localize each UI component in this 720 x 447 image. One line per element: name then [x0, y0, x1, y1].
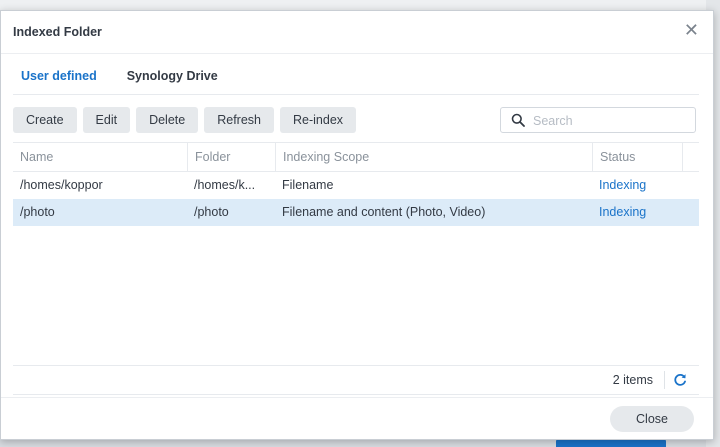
- column-header-indexing-scope[interactable]: Indexing Scope: [275, 143, 592, 171]
- column-header-folder[interactable]: Folder: [187, 143, 275, 171]
- cell-indexing-scope: Filename: [282, 178, 334, 192]
- cell-status: Indexing: [599, 178, 647, 192]
- cell-name: /homes/koppor: [20, 178, 103, 192]
- footer-divider: [664, 371, 665, 389]
- tab-user-defined[interactable]: User defined: [13, 67, 97, 95]
- table-row[interactable]: /photo /photo Filename and content (Phot…: [13, 199, 699, 226]
- cell-indexing-scope: Filename and content (Photo, Video): [282, 205, 486, 219]
- delete-button[interactable]: Delete: [136, 107, 199, 133]
- tab-synology-drive[interactable]: Synology Drive: [119, 67, 218, 95]
- cell-status: Indexing: [599, 205, 647, 219]
- indexed-folder-dialog: Indexed Folder ✕ User defined Synology D…: [0, 10, 714, 440]
- table-row[interactable]: /homes/koppor /homes/k... Filename Index…: [13, 172, 699, 199]
- indexed-folder-table: Name Folder Indexing Scope Status /homes…: [13, 142, 699, 357]
- search-icon: [511, 113, 525, 127]
- refresh-button[interactable]: Refresh: [204, 107, 274, 133]
- table-header: Name Folder Indexing Scope Status: [13, 143, 699, 172]
- column-header-spacer: [682, 143, 699, 171]
- column-header-status[interactable]: Status: [592, 143, 682, 171]
- close-icon[interactable]: ✕: [684, 21, 699, 39]
- cell-name: /photo: [20, 205, 55, 219]
- column-header-name[interactable]: Name: [13, 143, 187, 171]
- dialog-footer-divider: [1, 397, 713, 398]
- tab-bar: User defined Synology Drive: [13, 67, 218, 95]
- cell-folder: /photo: [194, 205, 229, 219]
- refresh-icon[interactable]: [673, 373, 687, 387]
- tabs-divider: [13, 94, 699, 95]
- close-button[interactable]: Close: [610, 406, 694, 432]
- search-box[interactable]: [500, 107, 696, 133]
- cell-folder: /homes/k...: [194, 178, 256, 192]
- edit-button[interactable]: Edit: [82, 107, 131, 133]
- items-count: 2 items: [612, 373, 653, 387]
- dialog-title: Indexed Folder: [13, 25, 102, 39]
- search-input[interactable]: [531, 111, 685, 131]
- toolbar: Create Edit Delete Refresh Re-index: [13, 107, 357, 133]
- create-button[interactable]: Create: [13, 107, 77, 133]
- dialog-titlebar: Indexed Folder ✕: [1, 11, 713, 54]
- table-footer: 2 items: [13, 365, 699, 395]
- reindex-button[interactable]: Re-index: [280, 107, 357, 133]
